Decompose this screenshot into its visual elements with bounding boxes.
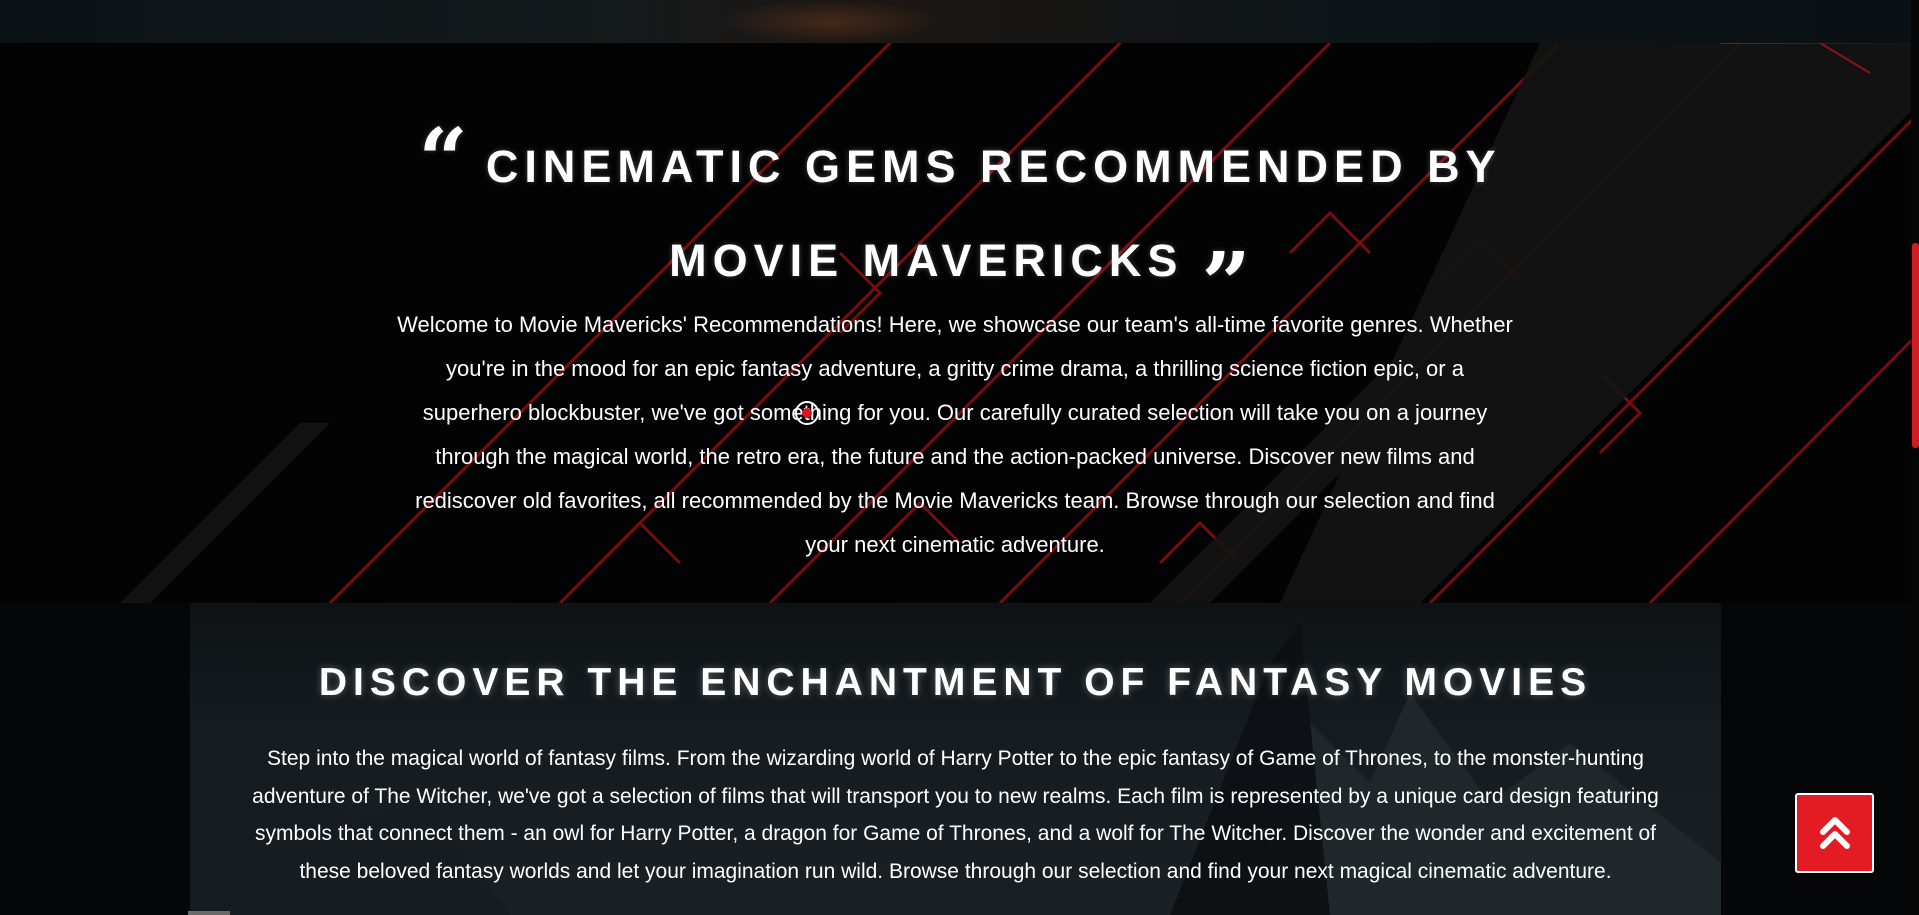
fantasy-section: DISCOVER THE ENCHANTMENT OF FANTASY MOVI… [190, 603, 1721, 915]
open-quote-icon: “ [418, 110, 468, 211]
intro-paragraph: Welcome to Movie Mavericks' Recommendati… [397, 312, 1513, 557]
intro-section: “CINEMATIC GEMS RECOMMENDED BY MOVIE MAV… [0, 43, 1919, 603]
scrollbar-thumb[interactable] [1912, 243, 1919, 448]
double-chevron-up-icon [1819, 817, 1850, 849]
intro-title: “CINEMATIC GEMS RECOMMENDED BY MOVIE MAV… [400, 110, 1520, 328]
horizontal-scroll-indicator [188, 911, 230, 915]
scrollbar-track[interactable] [1911, 0, 1919, 915]
fantasy-paragraph: Step into the magical world of fantasy f… [252, 747, 1659, 883]
back-to-top-button[interactable] [1795, 793, 1874, 873]
intro-title-text: CINEMATIC GEMS RECOMMENDED BY MOVIE MAVE… [485, 141, 1502, 286]
mouse-cursor-icon [795, 401, 819, 425]
top-banner-image [0, 0, 1919, 43]
fantasy-heading: DISCOVER THE ENCHANTMENT OF FANTASY MOVI… [318, 661, 1593, 704]
